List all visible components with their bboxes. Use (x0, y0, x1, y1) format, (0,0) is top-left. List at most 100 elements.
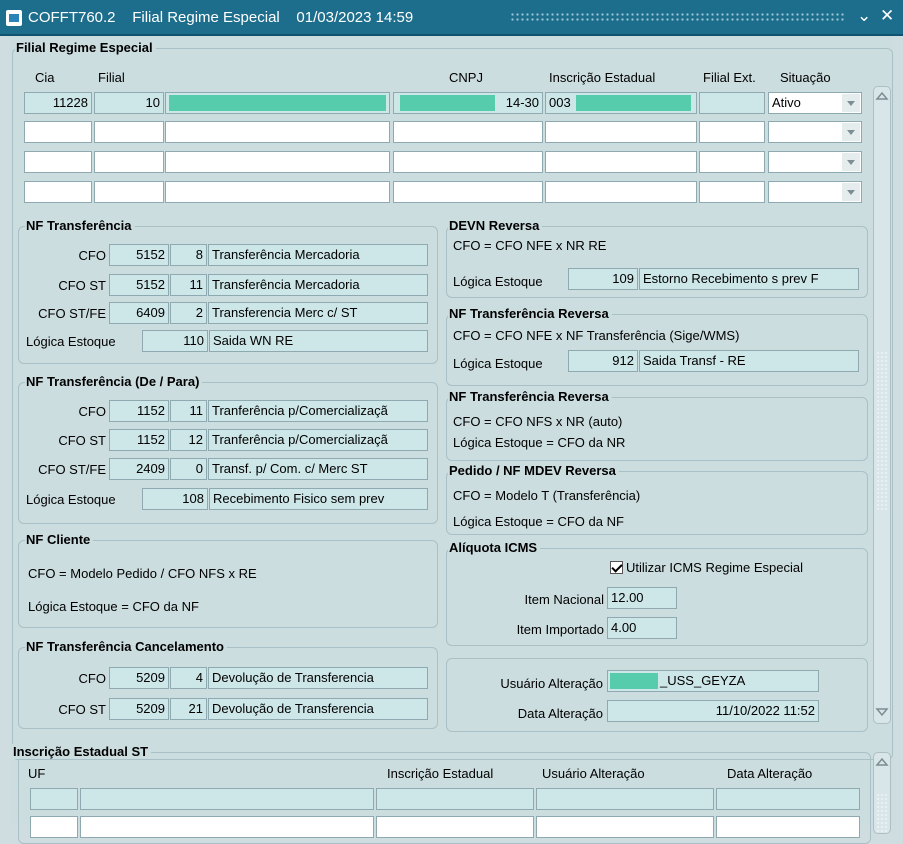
desc-field[interactable]: Transferencia Merc c/ ST (208, 302, 428, 324)
desc-field[interactable]: Tranferência p/Comercializaçã (208, 429, 428, 451)
cia-field[interactable] (24, 121, 92, 143)
situacao-select[interactable] (768, 151, 862, 173)
desc-field[interactable]: Transferência Mercadoria (208, 274, 428, 296)
scroll-down-icon[interactable] (875, 705, 889, 721)
filial-ext-field[interactable] (699, 181, 765, 203)
cia-field[interactable]: 11228 (24, 92, 92, 114)
data-alteracao-field[interactable]: 11/10/2022 11:52 (607, 700, 819, 722)
cnpj-suffix: 14-30 (505, 95, 539, 110)
cfo-field[interactable]: 1152 (109, 400, 169, 422)
chevron-down-icon[interactable] (842, 123, 860, 141)
logica-desc-field[interactable]: Saida WN RE (209, 330, 428, 352)
logica-code-field[interactable]: 110 (142, 330, 208, 352)
nf-cancelamento-title: NF Transferência Cancelamento (25, 639, 227, 654)
seq-field[interactable]: 11 (170, 400, 207, 422)
filial-ext-field[interactable] (699, 121, 765, 143)
scroll-up-icon[interactable] (875, 755, 889, 771)
desc-field[interactable]: Devolução de Transferencia (208, 667, 428, 689)
nf-transf-reversa-auto-title: NF Transferência Reversa (448, 389, 612, 404)
data-field[interactable] (716, 816, 860, 838)
filial-field[interactable] (94, 181, 164, 203)
cfo-field[interactable]: 5152 (109, 244, 169, 266)
uf-desc-field[interactable] (80, 788, 374, 810)
cfo-field[interactable]: 5152 (109, 274, 169, 296)
seq-field[interactable]: 8 (170, 244, 207, 266)
filial-field[interactable] (94, 121, 164, 143)
desc-field[interactable]: Devolução de Transferencia (208, 698, 428, 720)
uf-field[interactable] (30, 788, 78, 810)
scroll-thumb[interactable] (876, 793, 888, 833)
filial-field[interactable] (94, 151, 164, 173)
ie-prefix: 003 (549, 95, 571, 110)
nf-transf-reversa-title: NF Transferência Reversa (448, 306, 612, 321)
ie-field[interactable] (545, 151, 697, 173)
cfo-field[interactable]: 6409 (109, 302, 169, 324)
logica-desc-field[interactable]: Estorno Recebimento s prev F (639, 268, 859, 290)
filial-ext-field[interactable] (699, 92, 765, 114)
ie-st-field[interactable] (376, 788, 534, 810)
seq-field[interactable]: 0 (170, 458, 207, 480)
header-ie: Inscrição Estadual (549, 70, 656, 85)
seq-field[interactable]: 2 (170, 302, 207, 324)
usuario-field[interactable] (536, 788, 714, 810)
scrollbar[interactable] (873, 86, 891, 724)
ie-st-field[interactable] (376, 816, 534, 838)
icms-regime-checkbox[interactable] (610, 561, 623, 574)
desc-field[interactable]: Tranferência p/Comercializaçã (208, 400, 428, 422)
cfo-field[interactable]: 2409 (109, 458, 169, 480)
filial-name-field[interactable] (165, 151, 390, 173)
seq-field[interactable]: 11 (170, 274, 207, 296)
filial-name-field[interactable] (165, 121, 390, 143)
ie-field[interactable] (545, 121, 697, 143)
nf-cliente-cfo-rule: CFO = Modelo Pedido / CFO NFS x RE (28, 566, 257, 581)
logica-code-field[interactable]: 109 (568, 268, 638, 290)
logica-desc-field[interactable]: Saida Transf - RE (639, 350, 859, 372)
cia-field[interactable] (24, 151, 92, 173)
cfo-field[interactable]: 5209 (109, 698, 169, 720)
cfo-field[interactable]: 5209 (109, 667, 169, 689)
scroll-thumb[interactable] (876, 351, 888, 511)
cnpj-field[interactable] (393, 151, 543, 173)
logica-desc-field[interactable]: Recebimento Fisico sem prev (209, 488, 428, 510)
seq-field[interactable]: 12 (170, 429, 207, 451)
chevron-down-icon[interactable] (842, 153, 860, 171)
logica-code-field[interactable]: 108 (142, 488, 208, 510)
situacao-select[interactable] (768, 181, 862, 203)
usuario-field[interactable] (536, 816, 714, 838)
scroll-up-icon[interactable] (875, 89, 889, 105)
scrollbar[interactable] (873, 752, 891, 834)
filial-name-field[interactable] (165, 92, 390, 114)
desc-field[interactable]: Transferência Mercadoria (208, 244, 428, 266)
ie-field[interactable] (545, 181, 697, 203)
minimize-icon[interactable]: ⌄ (857, 6, 871, 26)
seq-field[interactable]: 21 (170, 698, 207, 720)
usuario-alteracao-value: _USS_GEYZA (660, 673, 746, 688)
icms-regime-label: Utilizar ICMS Regime Especial (626, 560, 803, 575)
cfo-field[interactable]: 1152 (109, 429, 169, 451)
cia-field[interactable] (24, 181, 92, 203)
close-icon[interactable]: ✕ (880, 6, 894, 26)
usuario-alteracao-field[interactable]: _USS_GEYZA (607, 670, 819, 692)
seq-field[interactable]: 4 (170, 667, 207, 689)
cnpj-field[interactable] (393, 181, 543, 203)
filial-field[interactable]: 10 (94, 92, 164, 114)
situacao-select[interactable] (768, 121, 862, 143)
data-field[interactable] (716, 788, 860, 810)
nf-rev2-logica-rule: Lógica Estoque = CFO da NR (453, 435, 626, 450)
label-logica-estoque: Lógica Estoque (26, 492, 116, 507)
desc-field[interactable]: Transf. p/ Com. c/ Merc ST (208, 458, 428, 480)
ie-field[interactable]: 003 (545, 92, 697, 114)
filial-ext-field[interactable] (699, 151, 765, 173)
cnpj-field[interactable] (393, 121, 543, 143)
cnpj-field[interactable]: 14-30 (393, 92, 543, 114)
uf-field[interactable] (30, 816, 78, 838)
nf-transf-reversa-auto-group (446, 397, 868, 461)
logica-code-field[interactable]: 912 (568, 350, 638, 372)
item-importado-field[interactable]: 4.00 (607, 617, 677, 639)
filial-name-field[interactable] (165, 181, 390, 203)
chevron-down-icon[interactable] (842, 183, 860, 201)
item-nacional-field[interactable]: 12.00 (607, 587, 677, 609)
uf-desc-field[interactable] (80, 816, 374, 838)
chevron-down-icon[interactable] (842, 94, 860, 112)
situacao-select[interactable]: Ativo (768, 92, 862, 114)
